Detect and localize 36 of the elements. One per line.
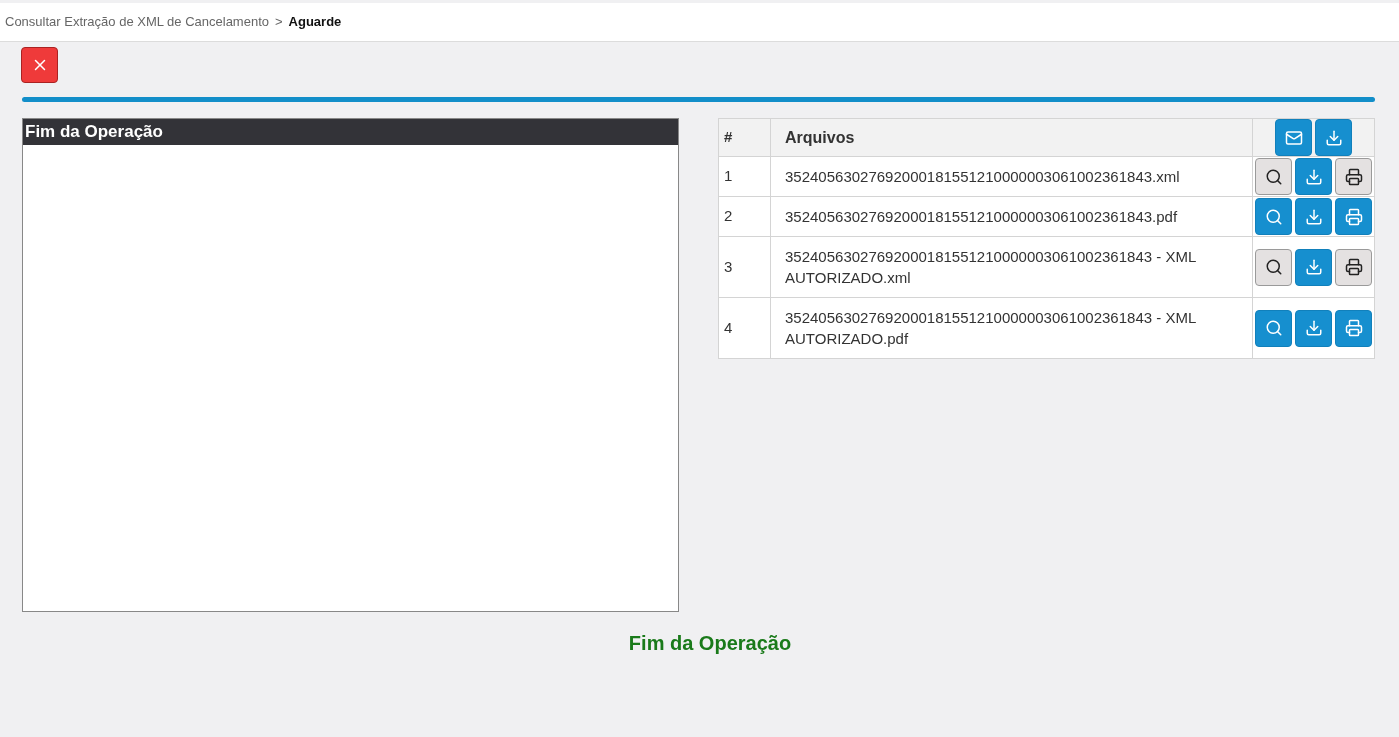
download-icon	[1304, 319, 1323, 337]
column-header: Arquivos	[770, 118, 1253, 157]
column-header: #	[718, 118, 771, 157]
download-icon	[1304, 207, 1323, 226]
email-button[interactable]	[1275, 119, 1312, 156]
search-icon	[1264, 319, 1283, 337]
download-button[interactable]	[1295, 158, 1332, 195]
breadcrumb-current: Aguarde	[288, 13, 342, 32]
file-name: 35240563027692000181551210000003061002361843 - XML AUTORIZADO.pdf	[770, 297, 1253, 359]
row-number: 2	[718, 196, 771, 237]
mail-icon	[1284, 128, 1303, 147]
download-icon	[1304, 258, 1323, 276]
printer-icon	[1344, 319, 1363, 337]
download-icon	[1324, 128, 1343, 147]
printer-icon	[1344, 258, 1363, 276]
file-name: 35240563027692000181551210000003061002361843 - XML AUTORIZADO.xml	[770, 236, 1253, 298]
download-button[interactable]	[1295, 309, 1332, 347]
log-panel-title: Fim da Operação	[23, 119, 678, 145]
printer-icon	[1344, 207, 1363, 226]
close-button[interactable]	[21, 47, 58, 83]
download-icon	[1304, 167, 1323, 186]
file-name: 35240563027692000181551210000003061002361843.pdf	[770, 196, 1253, 237]
status-message: Fim da Operação	[628, 631, 792, 656]
file-name: 35240563027692000181551210000003061002361843.xml	[770, 156, 1253, 197]
search-icon	[1264, 258, 1283, 276]
row-number: 1	[718, 156, 771, 197]
row-number: 3	[718, 236, 771, 298]
search-icon	[1264, 207, 1283, 226]
download-button[interactable]	[1295, 248, 1332, 286]
row-number: 4	[718, 297, 771, 359]
search-icon	[1264, 167, 1283, 186]
download-button[interactable]	[1315, 119, 1352, 156]
breadcrumb-separator: >	[275, 13, 283, 32]
download-button[interactable]	[1295, 198, 1332, 235]
breadcrumb-link[interactable]: Consultar Extração de XML de Cancelamento	[5, 12, 269, 32]
printer-icon	[1344, 167, 1363, 186]
